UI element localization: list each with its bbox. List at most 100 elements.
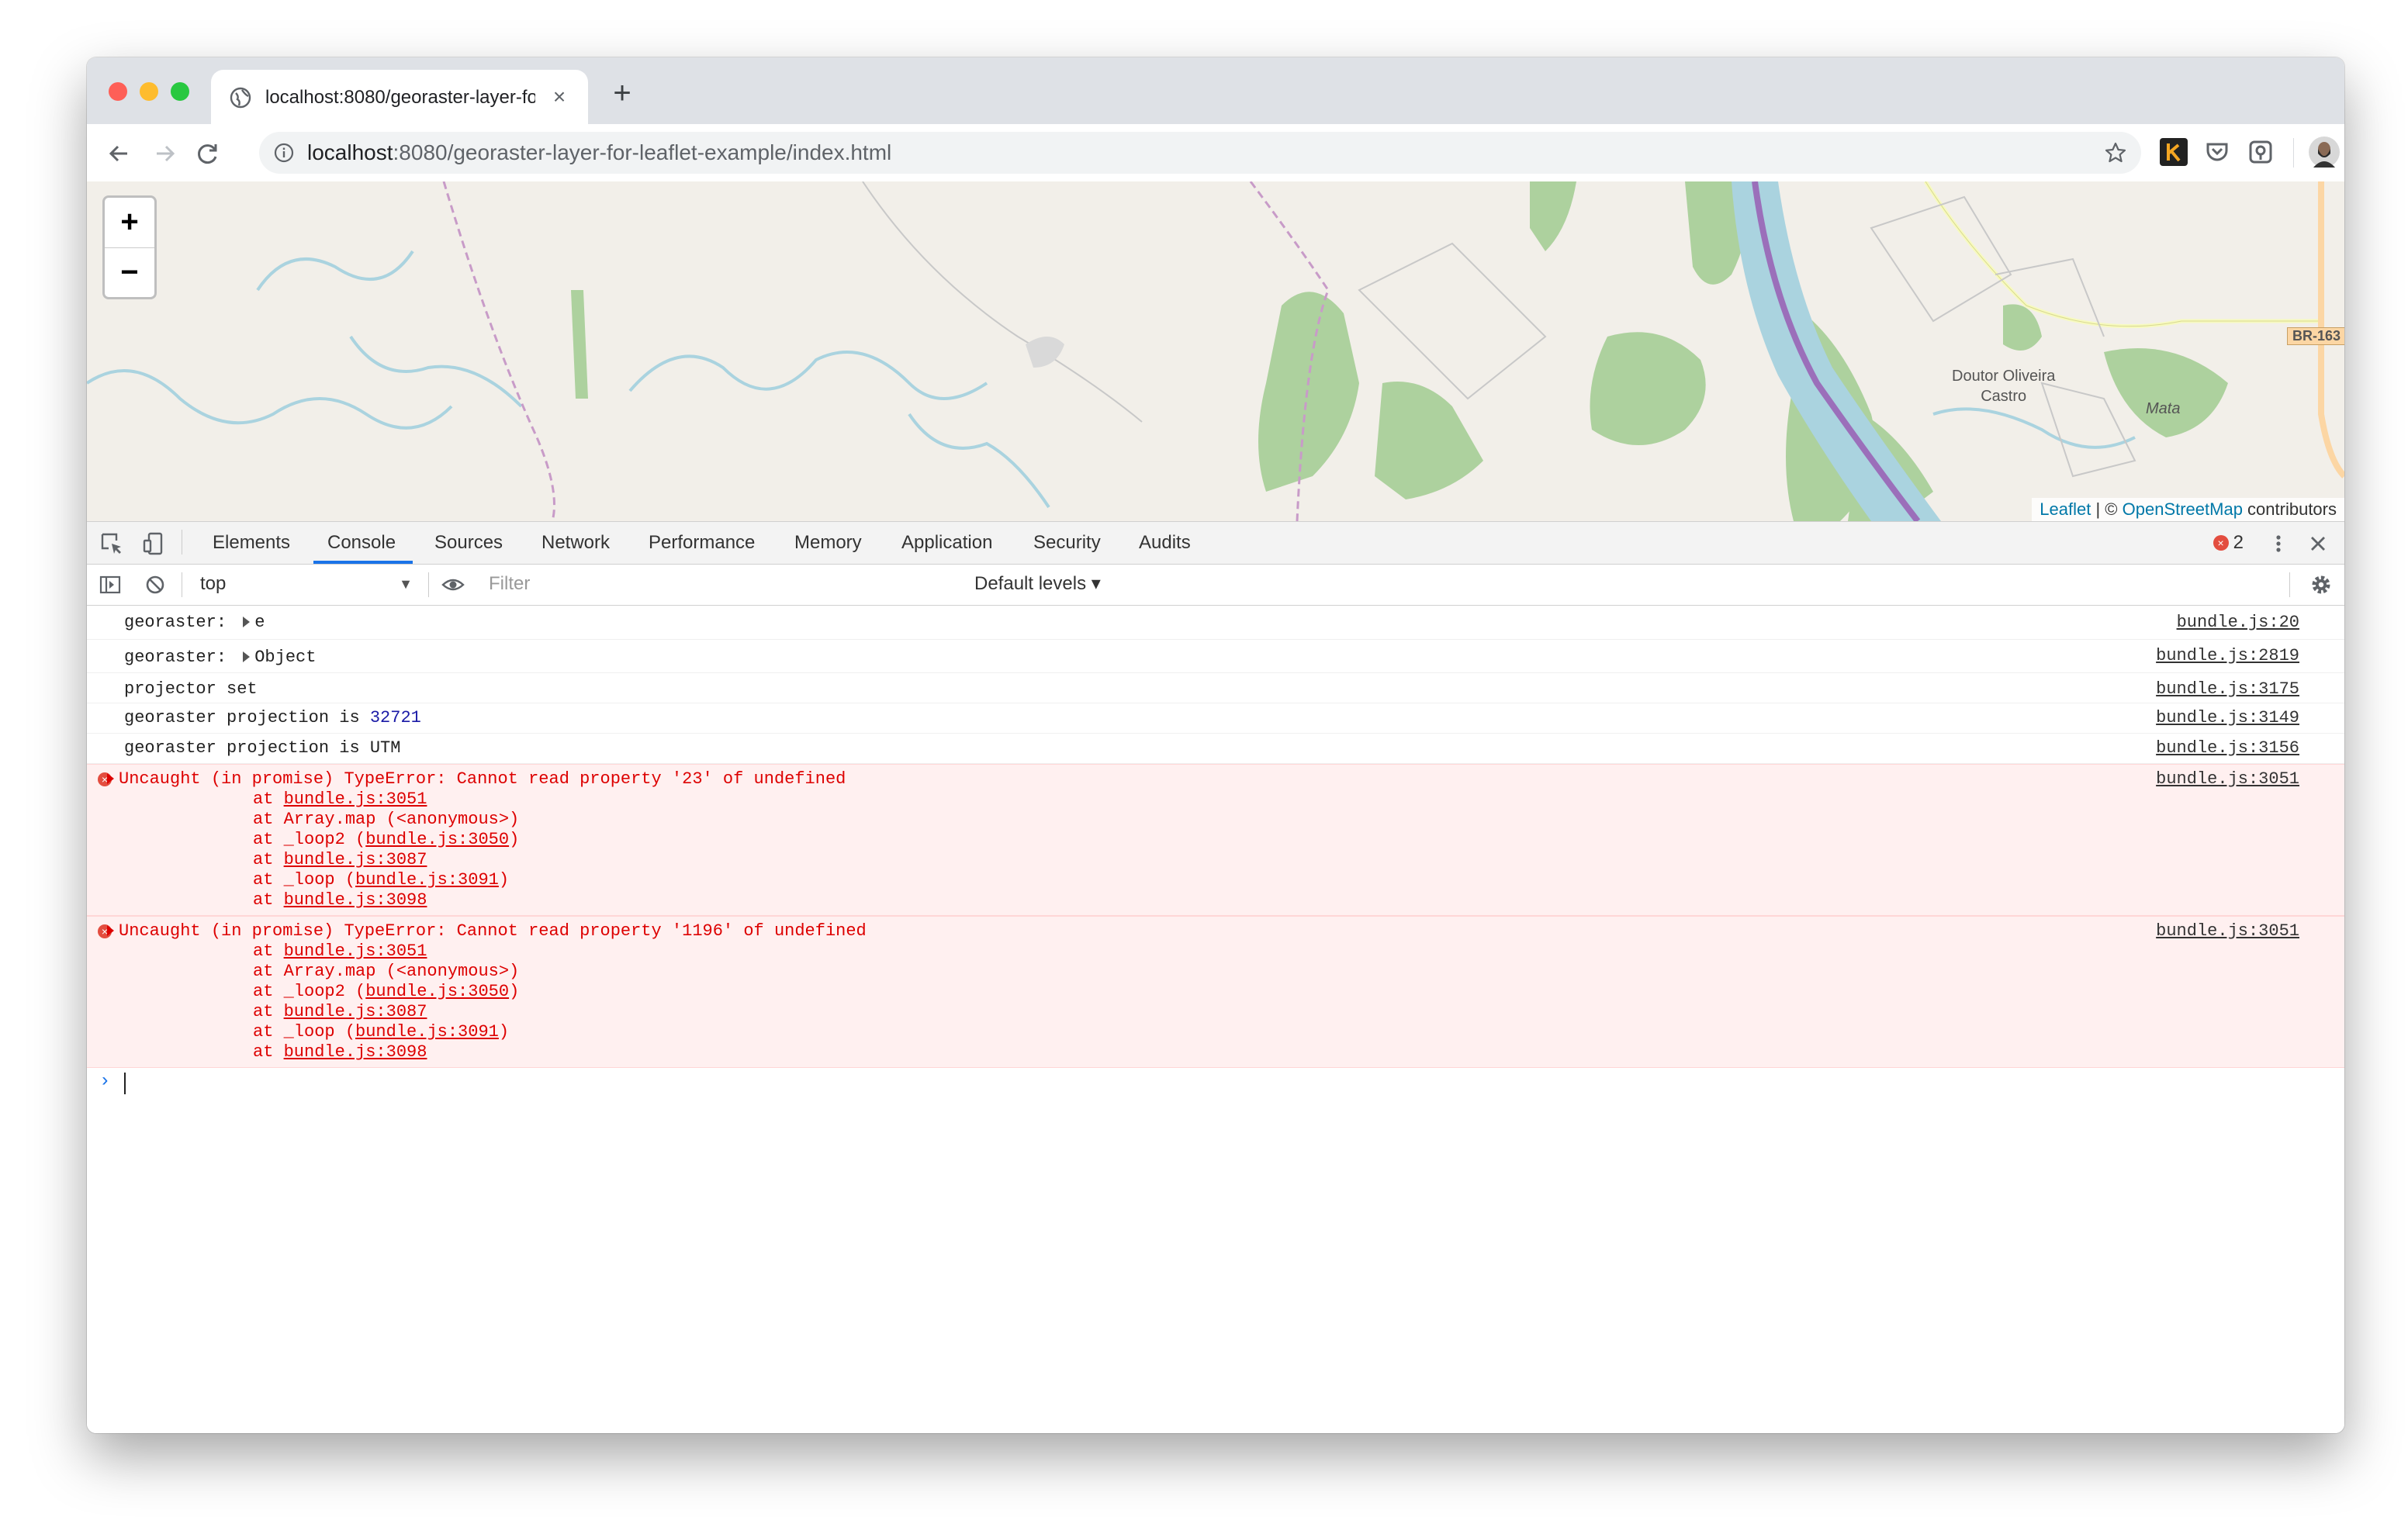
forward-icon[interactable] — [149, 138, 180, 169]
leaflet-map[interactable]: + − Doutor Oliveira Castro BR-163 Mata L… — [87, 181, 2344, 521]
error-source-link[interactable]: bundle.js:3051 — [2156, 769, 2299, 789]
toolbar-divider — [2293, 138, 2294, 168]
log-message[interactable]: georaster: Object — [124, 648, 316, 667]
error-source-link[interactable]: bundle.js:3051 — [2156, 921, 2299, 941]
filter-bar-divider-2 — [428, 572, 429, 597]
avatar[interactable] — [2309, 136, 2340, 168]
log-value: e — [254, 613, 265, 632]
minimize-window-button[interactable] — [140, 82, 158, 101]
expand-triangle-icon[interactable] — [107, 925, 114, 936]
stack-frame-suffix: ) — [509, 830, 520, 849]
console-settings-gear-icon[interactable] — [2309, 572, 2334, 597]
console-input-row[interactable]: › — [87, 1068, 2344, 1099]
context-value: top — [200, 573, 227, 594]
stack-frame: at _loop (bundle.js:3091) — [253, 1022, 519, 1042]
tab-elements[interactable]: Elements — [213, 530, 290, 556]
maximize-window-button[interactable] — [171, 82, 189, 101]
tab-memory[interactable]: Memory — [794, 530, 862, 556]
tab-sources[interactable]: Sources — [434, 530, 503, 556]
url-text[interactable]: localhost:8080/georaster-layer-for-leafl… — [307, 140, 891, 165]
back-icon[interactable] — [104, 138, 135, 169]
clear-console-icon[interactable] — [143, 572, 168, 597]
stack-frame-text: at — [253, 1002, 284, 1021]
log-prefix: georaster projection is — [124, 708, 370, 727]
stack-frame-link[interactable]: bundle.js:3098 — [284, 890, 427, 910]
error-message[interactable]: Uncaught (in promise) TypeError: Cannot … — [104, 769, 846, 789]
stack-frame-link[interactable]: bundle.js:3091 — [355, 1022, 499, 1042]
sidebar-toggle-icon[interactable] — [98, 572, 123, 597]
error-counter[interactable]: × 2 — [2213, 531, 2244, 555]
stack-frame-link[interactable]: bundle.js:3051 — [284, 789, 427, 809]
log-value: Object — [254, 648, 317, 667]
tab-performance[interactable]: Performance — [649, 530, 755, 556]
stack-frame-link[interactable]: bundle.js:3050 — [365, 830, 509, 849]
stack-frame-link[interactable]: bundle.js:3098 — [284, 1042, 427, 1062]
inspect-element-icon[interactable] — [99, 531, 124, 556]
openstreetmap-link[interactable]: OpenStreetMap — [2123, 499, 2243, 519]
tab-application[interactable]: Application — [901, 530, 992, 556]
log-source-link[interactable]: bundle.js:3175 — [2156, 679, 2299, 699]
live-expression-eye-icon[interactable] — [441, 572, 465, 597]
stack-frame: at bundle.js:3051 — [253, 789, 519, 810]
stack-frame-link[interactable]: bundle.js:3087 — [284, 850, 427, 869]
log-levels-dropdown[interactable]: Default levels ▾ — [974, 571, 1101, 597]
map-tiles — [87, 181, 2344, 521]
browser-tab[interactable]: localhost:8080/georaster-layer-for-leafl… — [211, 70, 588, 124]
bookmark-star-icon[interactable] — [2104, 141, 2127, 164]
reload-icon[interactable] — [192, 138, 223, 169]
stack-frame: at bundle.js:3087 — [253, 850, 519, 870]
stack-frame-text: at Array.map (<anonymous>) — [253, 810, 520, 829]
close-devtools-icon[interactable] — [2306, 531, 2330, 556]
stack-frame-text: at Array.map (<anonymous>) — [253, 962, 520, 981]
new-tab-button[interactable]: + — [605, 76, 639, 110]
log-source-link[interactable]: bundle.js:3149 — [2156, 708, 2299, 727]
stack-frame-link[interactable]: bundle.js:3050 — [365, 982, 509, 1001]
tab-console[interactable]: Console — [327, 530, 396, 556]
log-source-link[interactable]: bundle.js:3156 — [2156, 738, 2299, 758]
error-stack-trace: at bundle.js:3051 at Array.map (<anonymou… — [253, 789, 519, 910]
log-message: georaster projection is 32721 — [124, 708, 421, 727]
context-selector[interactable]: top ▼ — [200, 571, 420, 597]
zoom-in-button[interactable]: + — [105, 198, 154, 248]
browser-toolbar: localhost:8080/georaster-layer-for-leafl… — [87, 124, 2344, 182]
stack-frame-link[interactable]: bundle.js:3091 — [355, 870, 499, 890]
stack-frame-link[interactable]: bundle.js:3051 — [284, 941, 427, 961]
expand-triangle-icon[interactable] — [243, 617, 251, 627]
console-input-cursor[interactable] — [124, 1073, 126, 1094]
pocket-extension-icon[interactable] — [2203, 138, 2231, 166]
console-filter-input[interactable]: Filter — [475, 569, 951, 599]
console-messages: georaster: e bundle.js:20 georaster: Obj… — [87, 606, 2344, 1099]
stack-frame-text: at — [253, 789, 284, 809]
log-message[interactable]: georaster: e — [124, 613, 265, 632]
password-extension-icon[interactable] — [2247, 138, 2275, 166]
devtools-menu-icon[interactable] — [2273, 531, 2284, 556]
dropdown-arrow-icon: ▼ — [399, 576, 413, 592]
keeper-extension-icon[interactable] — [2160, 138, 2188, 166]
tab-close-icon[interactable]: × — [546, 84, 573, 110]
log-source-link[interactable]: bundle.js:2819 — [2156, 646, 2299, 665]
stack-frame: at Array.map (<anonymous>) — [253, 810, 519, 830]
leaflet-link[interactable]: Leaflet — [2040, 499, 2091, 519]
tab-security[interactable]: Security — [1033, 530, 1101, 556]
error-text: Uncaught (in promise) TypeError: Cannot … — [119, 921, 867, 941]
tab-network[interactable]: Network — [541, 530, 610, 556]
console-prompt-icon: › — [99, 1071, 111, 1092]
error-message[interactable]: Uncaught (in promise) TypeError: Cannot … — [104, 921, 867, 941]
info-icon[interactable] — [273, 142, 295, 164]
device-toolbar-icon[interactable] — [141, 531, 166, 556]
close-window-button[interactable] — [109, 82, 127, 101]
zoom-out-button[interactable]: − — [105, 248, 154, 298]
stack-frame-link[interactable]: bundle.js:3087 — [284, 1002, 427, 1021]
console-toolbar: top ▼ Filter Default levels ▾ — [87, 565, 2344, 606]
browser-window: localhost:8080/georaster-layer-for-leafl… — [87, 57, 2344, 1433]
map-attribution: Leaflet | © OpenStreetMap contributors — [2032, 498, 2344, 521]
console-error-row: × Uncaught (in promise) TypeError: Canno… — [87, 764, 2344, 916]
attribution-contributors: contributors — [2242, 499, 2337, 519]
expand-triangle-icon[interactable] — [107, 773, 114, 784]
address-bar[interactable]: localhost:8080/georaster-layer-for-leafl… — [259, 132, 2141, 174]
tab-audits[interactable]: Audits — [1139, 530, 1191, 556]
expand-triangle-icon[interactable] — [243, 651, 251, 662]
log-source-link[interactable]: bundle.js:20 — [2177, 613, 2299, 632]
stack-frame-text: at _loop ( — [253, 1022, 356, 1042]
console-error-row: × Uncaught (in promise) TypeError: Canno… — [87, 916, 2344, 1068]
